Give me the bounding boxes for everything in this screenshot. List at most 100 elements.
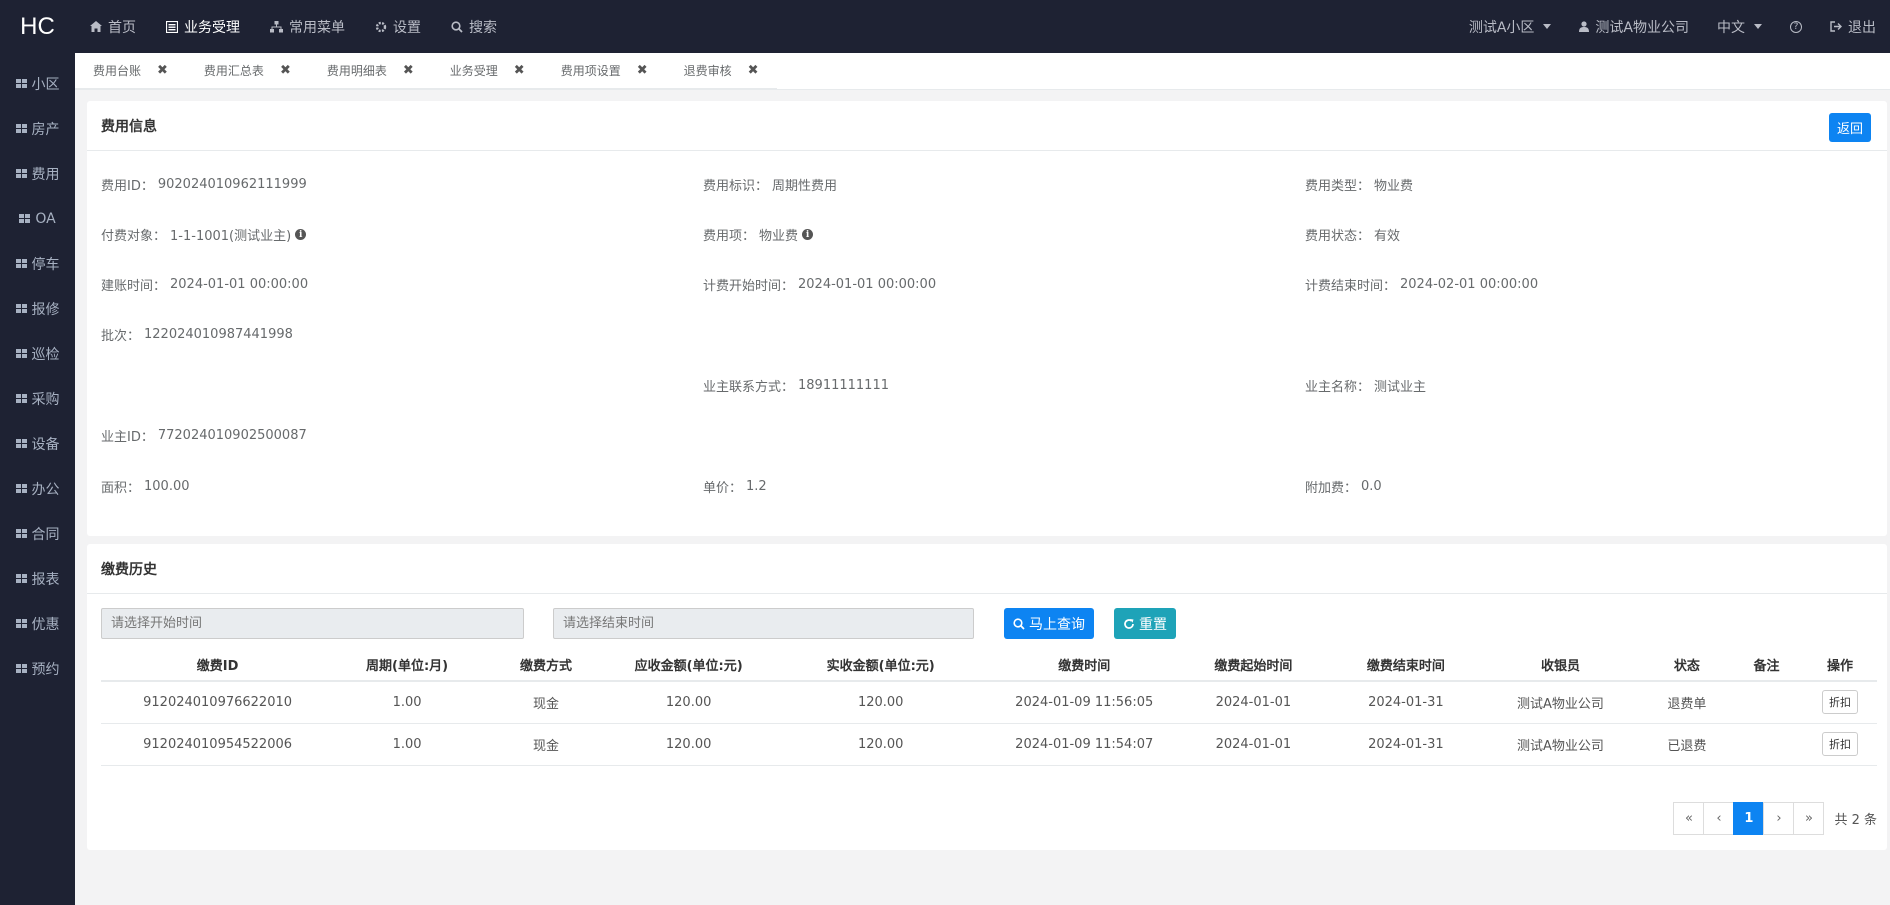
pagination: « ‹ 1 › » 共 2 条 bbox=[1673, 802, 1877, 835]
unit-price-field: 单价： 1.2 bbox=[703, 477, 767, 496]
sidebar-item-label: 优惠 bbox=[31, 616, 60, 633]
help-button[interactable]: ? bbox=[1776, 0, 1816, 53]
language-label: 中文 bbox=[1717, 19, 1745, 36]
info-icon[interactable]: i bbox=[802, 229, 814, 240]
status-cell: 退费单 bbox=[1643, 681, 1731, 724]
home-icon bbox=[90, 21, 102, 32]
query-button[interactable]: 马上查询 bbox=[1004, 608, 1094, 639]
discount-button[interactable]: 折扣 bbox=[1821, 732, 1858, 756]
grid-icon bbox=[15, 664, 27, 673]
logo[interactable]: HC bbox=[0, 0, 75, 53]
unit-price-label: 单价： bbox=[703, 481, 743, 496]
fee-id-label: 费用ID： bbox=[101, 179, 154, 194]
close-icon[interactable]: ✖ bbox=[514, 63, 525, 78]
page-first-button[interactable]: « bbox=[1673, 802, 1705, 835]
column-header: 缴费起始时间 bbox=[1172, 649, 1335, 682]
tab-fee-detail[interactable]: 费用明细表 ✖ bbox=[308, 52, 432, 89]
tab-refund-review[interactable]: 退费审核 ✖ bbox=[665, 52, 777, 89]
sidebar-item-community[interactable]: 小区 bbox=[0, 61, 75, 106]
nav-business[interactable]: 业务受理 bbox=[151, 0, 255, 53]
tab-label: 业务受理 bbox=[449, 63, 498, 78]
page-last-button[interactable]: » bbox=[1793, 802, 1825, 835]
nav-home[interactable]: 首页 bbox=[75, 0, 151, 53]
payment-history-table: 缴费ID 周期(单位:月) 缴费方式 应收金额(单位:元) 实收金额(单位:元)… bbox=[101, 649, 1877, 766]
nav-common-menu[interactable]: 常用菜单 bbox=[255, 0, 360, 53]
page-prev-button[interactable]: ‹ bbox=[1703, 802, 1735, 835]
column-header: 缴费时间 bbox=[996, 649, 1173, 682]
sidebar-item-report[interactable]: 报表 bbox=[0, 556, 75, 601]
close-icon[interactable]: ✖ bbox=[280, 63, 291, 78]
grid-icon bbox=[15, 304, 27, 313]
owner-id-field: 业主ID： 772024010902500087 bbox=[101, 426, 307, 445]
sidebar-item-purchase[interactable]: 采购 bbox=[0, 376, 75, 421]
tab-fee-item-settings[interactable]: 费用项设置 ✖ bbox=[542, 52, 666, 89]
sidebar-item-office[interactable]: 办公 bbox=[0, 466, 75, 511]
sidebar-item-label: 预约 bbox=[31, 661, 60, 678]
cashier-cell: 测试A物业公司 bbox=[1477, 723, 1644, 766]
sign-out-icon bbox=[1830, 21, 1842, 32]
grid-icon bbox=[15, 124, 27, 133]
start-time-field: 计费开始时间： 2024-01-01 00:00:00 bbox=[703, 275, 936, 294]
page-next-button[interactable]: › bbox=[1763, 802, 1795, 835]
grid-icon bbox=[15, 574, 27, 583]
discount-button[interactable]: 折扣 bbox=[1821, 690, 1858, 715]
search-icon bbox=[451, 20, 463, 33]
community-dropdown[interactable]: 测试A小区 bbox=[1455, 0, 1566, 53]
fee-id-field: 费用ID： 902024010962111999 bbox=[101, 175, 307, 194]
batch-value: 122024010987441998 bbox=[144, 327, 293, 342]
company-menu[interactable]: 测试A物业公司 bbox=[1565, 0, 1703, 53]
tab-fee-ledger[interactable]: 费用台账 ✖ bbox=[75, 52, 186, 89]
sidebar-item-discount[interactable]: 优惠 bbox=[0, 601, 75, 646]
close-icon[interactable]: ✖ bbox=[637, 63, 648, 78]
fee-type-field: 费用类型： 物业费 bbox=[1305, 175, 1413, 194]
page-number-button[interactable]: 1 bbox=[1733, 802, 1765, 835]
table-header-row: 缴费ID 周期(单位:月) 缴费方式 应收金额(单位:元) 实收金额(单位:元)… bbox=[101, 649, 1877, 682]
sidebar-item-booking[interactable]: 预约 bbox=[0, 646, 75, 691]
receivable-cell: 120.00 bbox=[612, 681, 766, 724]
tab-label: 退费审核 bbox=[683, 63, 732, 78]
sidebar-item-oa[interactable]: OA bbox=[0, 196, 75, 241]
reset-button[interactable]: 重置 bbox=[1114, 608, 1176, 639]
grid-icon bbox=[15, 259, 27, 268]
grid-icon bbox=[15, 79, 27, 88]
start-date-cell: 2024-01-01 bbox=[1172, 681, 1335, 724]
start-time-input[interactable] bbox=[101, 608, 524, 639]
sidebar-item-property[interactable]: 房产 bbox=[0, 106, 75, 151]
owner-contact-label: 业主联系方式： bbox=[703, 380, 795, 395]
grid-icon bbox=[15, 169, 27, 178]
close-icon[interactable]: ✖ bbox=[403, 63, 414, 78]
nav-search[interactable]: 搜索 bbox=[436, 0, 512, 53]
extra-fee-field: 附加费： 0.0 bbox=[1305, 477, 1382, 496]
end-time-input[interactable] bbox=[553, 608, 974, 639]
close-icon[interactable]: ✖ bbox=[748, 63, 759, 78]
return-button[interactable]: 返回 bbox=[1828, 113, 1871, 142]
tab-fee-summary[interactable]: 费用汇总表 ✖ bbox=[185, 52, 309, 89]
sidebar-item-repair[interactable]: 报修 bbox=[0, 286, 75, 331]
logout-label: 退出 bbox=[1848, 19, 1876, 36]
help-icon: ? bbox=[1790, 20, 1802, 33]
sidebar-item-label: 房产 bbox=[31, 121, 60, 138]
sidebar-item-fee[interactable]: 费用 bbox=[0, 151, 75, 196]
tab-label: 费用汇总表 bbox=[203, 63, 264, 78]
sidebar-item-equipment[interactable]: 设备 bbox=[0, 421, 75, 466]
sidebar-item-parking[interactable]: 停车 bbox=[0, 241, 75, 286]
top-right-nav: 测试A小区 测试A物业公司 中文 ? 退出 bbox=[1455, 0, 1890, 53]
info-icon[interactable]: i bbox=[295, 229, 307, 240]
column-header: 缴费方式 bbox=[479, 649, 613, 682]
fee-item-field: 费用项： 物业费 i bbox=[703, 225, 814, 244]
received-cell: 120.00 bbox=[765, 681, 997, 724]
sidebar-item-contract[interactable]: 合同 bbox=[0, 511, 75, 556]
column-header: 缴费ID bbox=[101, 649, 335, 682]
note-cell bbox=[1730, 681, 1803, 724]
fee-id-value: 902024010962111999 bbox=[157, 177, 307, 192]
sidebar-item-label: 费用 bbox=[31, 166, 60, 183]
start-date-cell: 2024-01-01 bbox=[1172, 723, 1335, 766]
sidebar-item-inspection[interactable]: 巡检 bbox=[0, 331, 75, 376]
language-dropdown[interactable]: 中文 bbox=[1703, 0, 1776, 53]
nav-settings[interactable]: 设置 bbox=[360, 0, 436, 53]
tab-business[interactable]: 业务受理 ✖ bbox=[431, 52, 543, 89]
table-row: 912024010954522006 1.00 现金 120.00 120.00… bbox=[101, 723, 1877, 766]
logout-button[interactable]: 退出 bbox=[1816, 0, 1890, 53]
close-icon[interactable]: ✖ bbox=[157, 63, 168, 78]
grid-icon bbox=[15, 619, 27, 628]
